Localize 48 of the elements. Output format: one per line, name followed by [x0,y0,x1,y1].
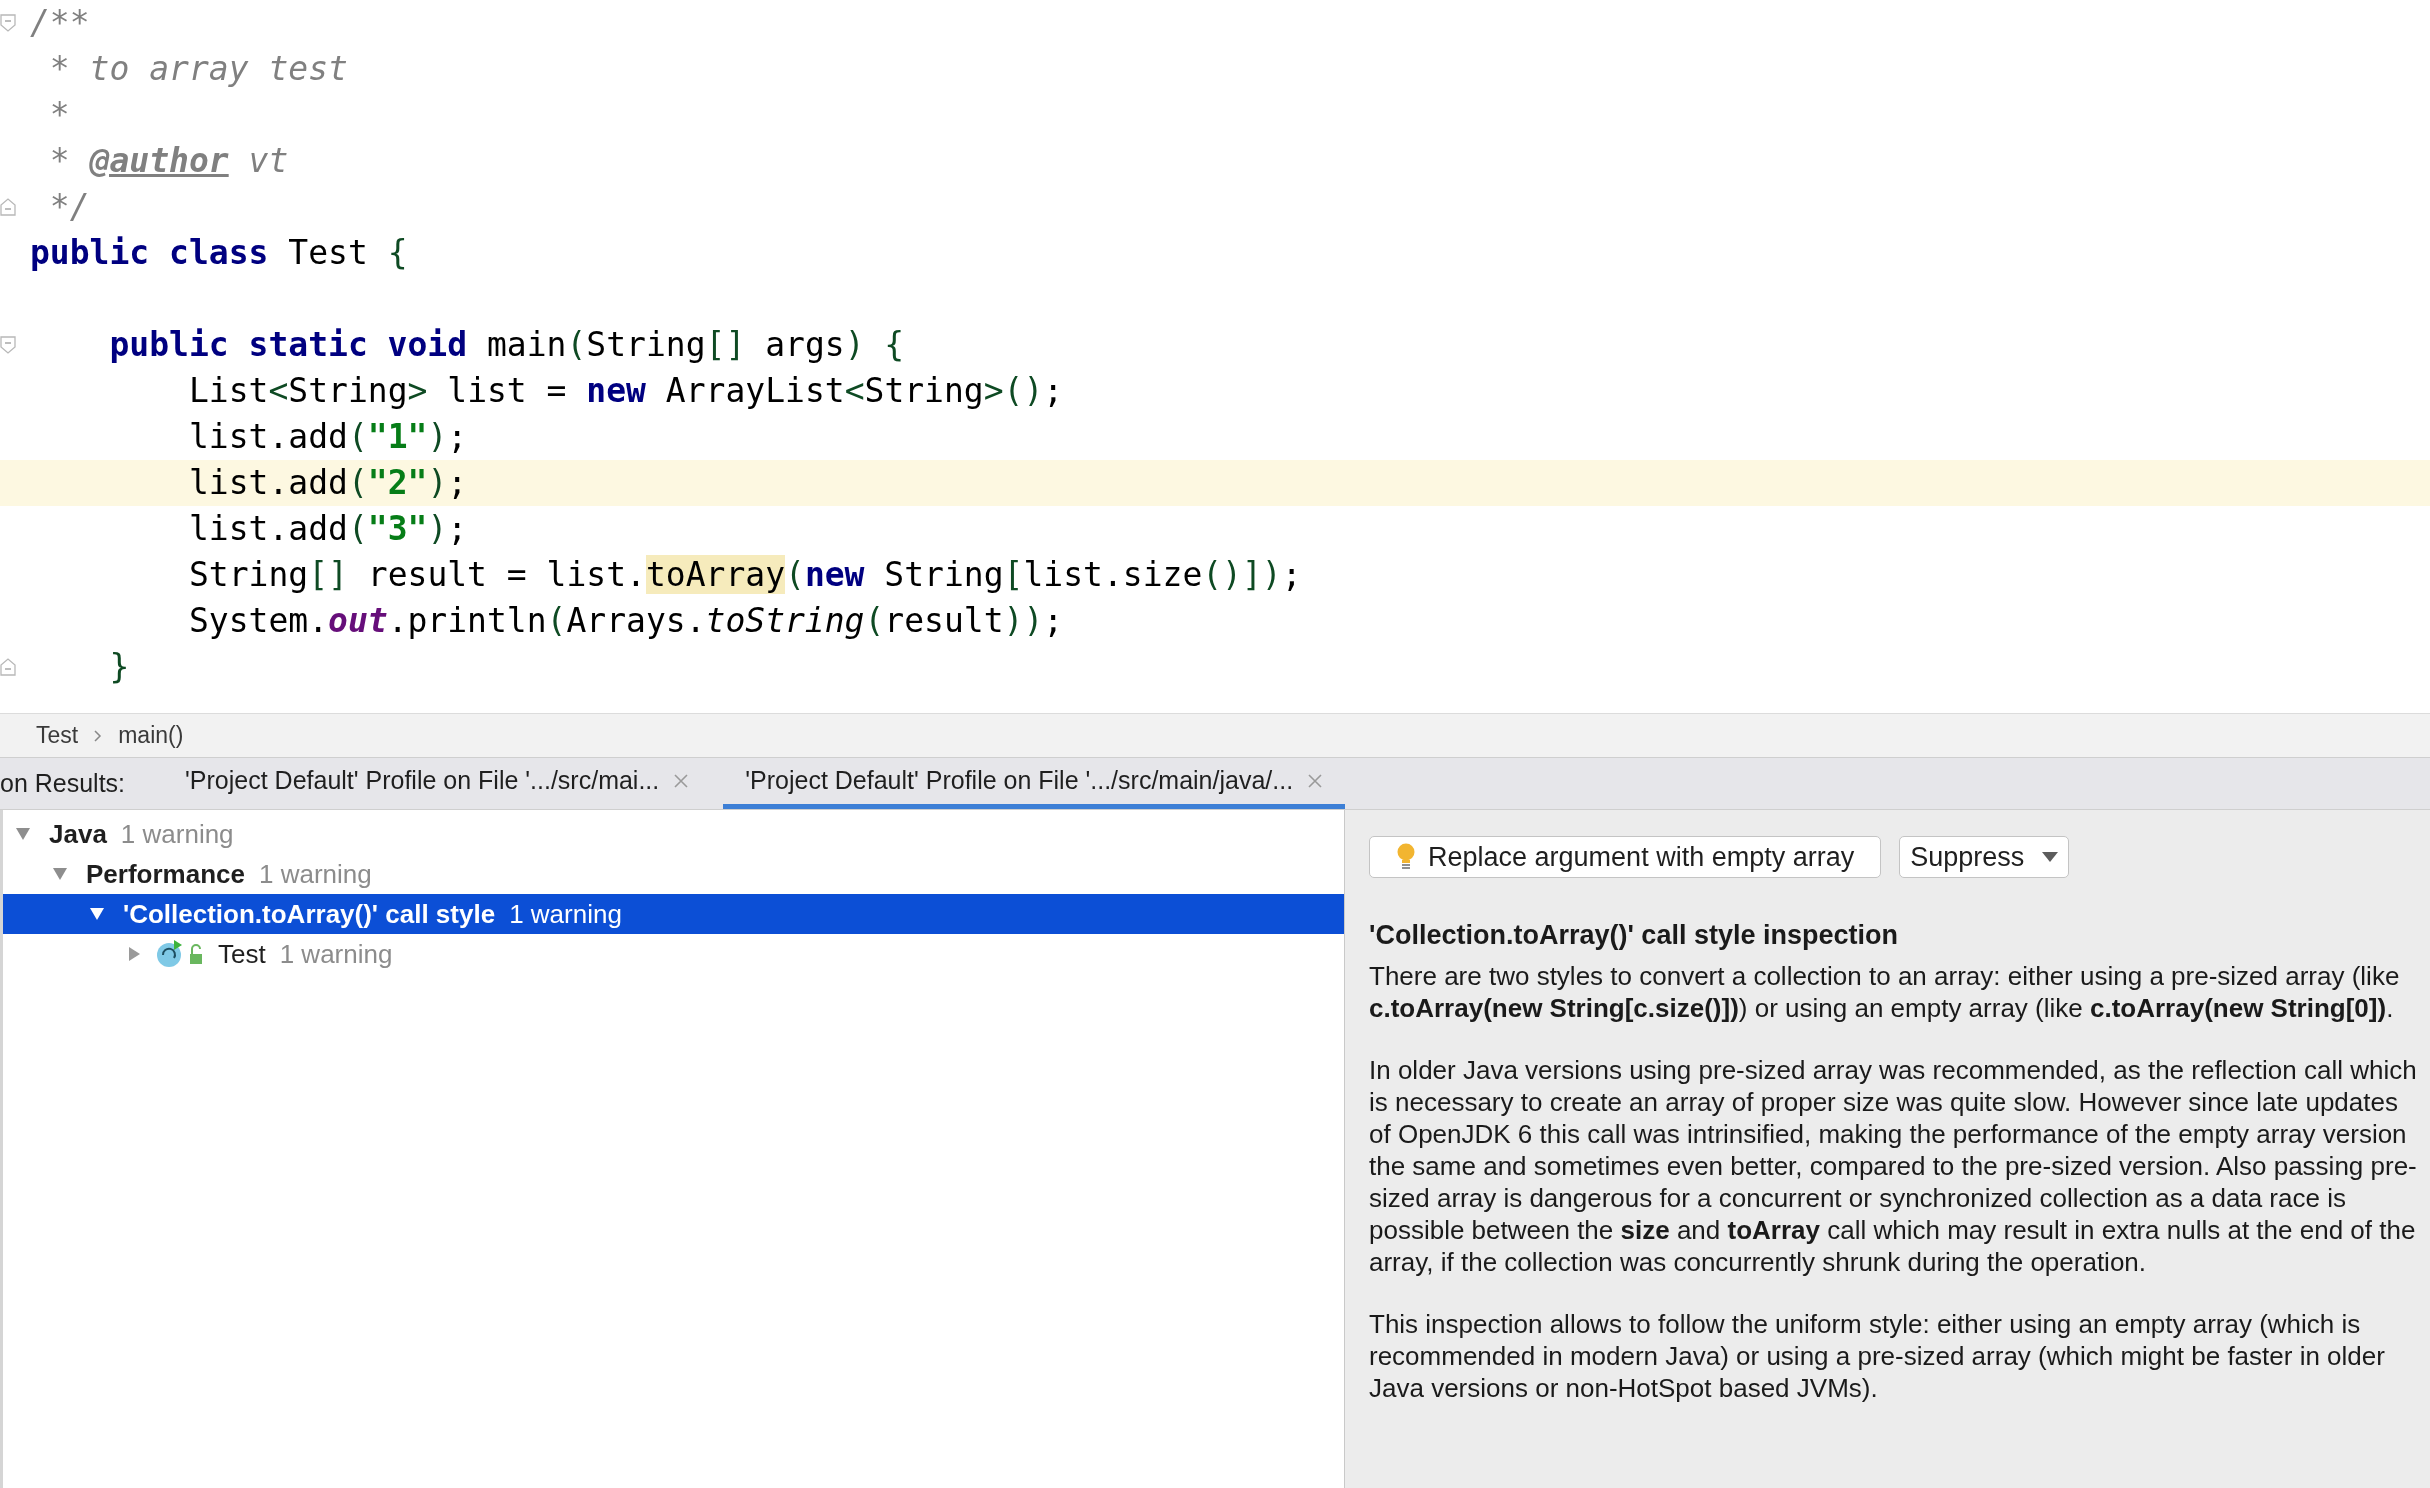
warning-count: 1 warning [258,857,372,891]
code-line: list.add("3"); [187,508,469,550]
close-icon[interactable] [673,773,690,789]
tree-node-label: Java [49,817,107,851]
results-label: on Results: [0,767,126,799]
description-paragraph: In older Java versions using pre-sized array was recommended, as the reflection call which is necessary to create an array of proper size was quite slow. However since late updates of OpenJDK 6 this call was intrinsified, making the performance of the empty array version the same and sometimes even better, compared to the pre-sized version. Also passing pre-sized array is dangerous for a concurrent or synchronized collection as a data race is possible between the size and toArray call which may result in extra nulls at the end of the array, if the collection was concurrently shrunk during the operation. [1369,1054,2418,1278]
code-line: } [0,644,2430,690]
code-line: */ [0,184,2430,230]
warning-count: 1 warning [509,897,622,931]
code-line: public class Test { [29,232,409,274]
warning-count: 1 warning [279,937,393,971]
code-line: List<String> list = new ArrayList<String>(); [187,370,1065,412]
fold-marker-icon[interactable] [0,658,16,676]
code-line: System.out.println(Arrays.toString(result)); [187,600,1065,642]
tree-node-label: Test [218,937,266,971]
collapsed-triangle-icon[interactable] [126,946,142,962]
lightbulb-icon [1396,843,1416,871]
dropdown-caret-icon [2042,851,2059,863]
code-line: /** [0,0,2430,46]
fold-marker-icon[interactable] [0,198,16,216]
expanded-triangle-icon[interactable] [52,866,68,882]
fold-marker-icon[interactable] [0,336,16,354]
close-icon[interactable] [1307,773,1324,789]
tree-row[interactable]: 'Collection.toArray()' call style 1 warning [3,894,1344,934]
description-paragraph: This inspection allows to follow the uniform style: either using an empty array (which is recommended in modern Java) or using a pre-sized array (which might be faster in older Java versions or non-HotSpot based JVMs). [1369,1308,2386,1404]
tree-node-label: Performance [86,857,245,891]
code-line: * @author vt [48,140,290,182]
expanded-triangle-icon[interactable] [15,826,31,842]
code-line: String[] result = list.toArray(new String[list.size()]); [187,554,1303,596]
expanded-triangle-icon[interactable] [89,906,105,922]
breadcrumb-item[interactable]: main() [118,718,184,753]
code-line: * to array test [48,48,349,90]
warning-count: 1 warning [120,817,234,851]
fix-button[interactable]: Replace argument with empty array [1369,836,1882,878]
code-line: list.add("1"); [187,416,469,458]
tree-node-label: 'Collection.toArray()' call style [123,897,496,931]
tree-row[interactable]: Test 1 warning [3,934,1344,974]
code-line: * [48,94,71,136]
chevron-right-icon [94,729,103,742]
breadcrumb-item[interactable]: Test [36,718,79,753]
results-tab[interactable]: 'Project Default' Profile on File '.../src/mai... [163,758,712,809]
tree-row[interactable]: Java 1 warning [3,814,1344,854]
inspection-title: 'Collection.toArray()' call style inspection [1369,919,1899,952]
code-line: public static void main(String[] args) { [0,322,2430,368]
fold-marker-icon[interactable] [0,14,16,32]
description-paragraph: There are two styles to convert a collection to an array: either using a pre-sized array (like c.toArray(new String[c.size()])) or using an empty array (like c.toArray(new String[0]). [1369,960,2401,1024]
suppress-dropdown[interactable]: Suppress [1899,836,2070,878]
tree-row[interactable]: Performance 1 warning [3,854,1344,894]
